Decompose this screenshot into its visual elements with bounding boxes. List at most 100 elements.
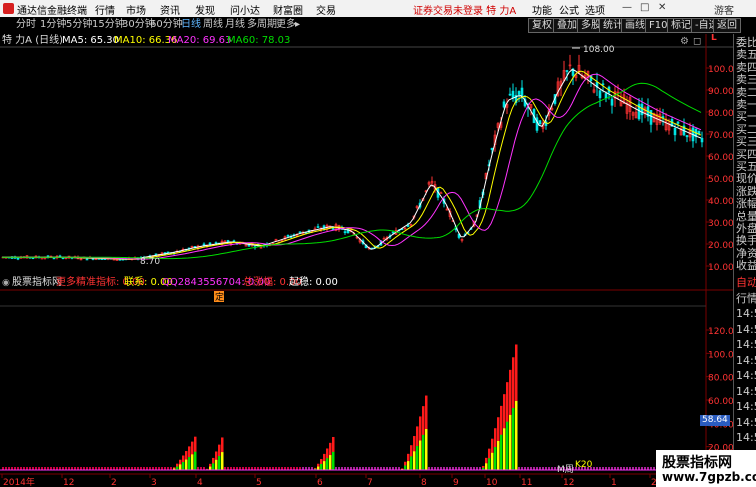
indicator-bar: [509, 414, 512, 470]
login-notice[interactable]: 证券交易未登录 特 力A: [413, 2, 516, 17]
menu-trade[interactable]: 交易: [316, 2, 336, 17]
candle-body: [697, 131, 701, 135]
side-panel-tick: 14:5: [736, 384, 756, 398]
date-axis-label: 8: [421, 478, 427, 487]
indicator-bar: [497, 440, 500, 470]
menu-news[interactable]: 资讯: [160, 2, 180, 17]
candle-body: [391, 231, 395, 234]
candle-body: [286, 235, 290, 237]
period-toolbar: 分时 1分钟 5分钟 15分钟 30分钟 60分钟 日线 周线 月线 多周期 更…: [0, 17, 756, 35]
side-panel-tick: 自动: [736, 276, 756, 289]
current-price-tag: 58.64: [700, 415, 730, 426]
indicator-bar: [419, 440, 422, 470]
candle-body: [601, 83, 605, 86]
indicator-bar: [407, 461, 410, 470]
indicator-bar: [218, 456, 221, 470]
indicator-bar: [332, 451, 335, 470]
period-weekly[interactable]: 周线: [201, 18, 225, 32]
indicator-bar: [320, 463, 323, 470]
indicator-bar: [410, 456, 413, 470]
date-axis-label: 10: [486, 478, 498, 487]
candle-body: [16, 257, 20, 260]
date-axis-label: 1: [611, 478, 617, 487]
indicator-bar: [191, 454, 194, 470]
indicator-bar: [488, 458, 491, 470]
menu-function[interactable]: 功能: [532, 2, 552, 17]
side-panel-field: 收益: [736, 259, 756, 273]
indicator-bar: [323, 461, 326, 470]
close-icon[interactable]: ✕: [658, 2, 666, 13]
menu-wealth-circle[interactable]: 财富圈: [273, 2, 303, 17]
candle-body: [208, 242, 212, 245]
indicator-bar: [494, 447, 497, 470]
menu-formula[interactable]: 公式: [559, 2, 579, 17]
side-panel-tick: 14:5: [736, 353, 756, 367]
indicator-bar: [179, 464, 182, 470]
indicator-bar: [329, 455, 332, 470]
tool-back[interactable]: 返回: [713, 18, 741, 33]
side-panel-tick: 14:5: [736, 400, 756, 413]
date-axis-label: 4: [197, 478, 203, 487]
date-axis-label: 12: [563, 478, 574, 487]
indicator-bar: [425, 429, 428, 470]
indicator-bar: [182, 462, 185, 470]
candle-body: [565, 70, 569, 72]
sub-axis-label: 100.0: [708, 350, 733, 360]
chart-close-icon[interactable]: ◻: [693, 36, 701, 47]
k20-marker: K20: [575, 460, 593, 470]
price-axis-label: 70.00: [708, 131, 733, 141]
candle-body: [673, 127, 677, 136]
watermark-title: 股票指标网: [662, 455, 732, 471]
menu-market[interactable]: 市场: [126, 2, 146, 17]
watermark-url: www.7gpzb.com: [662, 470, 756, 484]
m-week-marker: M周: [557, 464, 574, 475]
candle-body: [508, 93, 512, 96]
price-axis-label: 40.00: [708, 197, 733, 207]
side-panel-tick: 14:5: [736, 338, 756, 351]
price-axis-label: 30.00: [708, 219, 733, 229]
period-tick[interactable]: 分时: [14, 18, 38, 32]
tool-restore-rights[interactable]: 复权: [528, 18, 556, 33]
sub-axis-label: 120.0: [708, 327, 733, 337]
price-axis-label: 60.00: [708, 153, 733, 163]
watermark: 股票指标网 www.7gpzb.com: [656, 450, 756, 487]
indicator-bar: [317, 466, 320, 470]
period-more-arrow-icon[interactable]: ▸: [293, 18, 302, 32]
indicator-bar: [185, 459, 188, 470]
price-axis-label: 80.00: [708, 109, 733, 119]
indicator-bar: [491, 452, 494, 470]
period-monthly[interactable]: 月线: [223, 18, 247, 32]
guest-user[interactable]: 游客: [714, 2, 734, 17]
kline-chart[interactable]: 特 力A (日线) MA5: 65.30 MA10: 66.36 MA20: 6…: [0, 34, 733, 487]
minimize-icon[interactable]: —: [622, 2, 632, 13]
date-axis-label: 2014年: [3, 476, 35, 487]
menu-quotes[interactable]: 行情: [95, 2, 115, 17]
price-axis-label: 90.00: [708, 87, 733, 97]
date-axis-label: 3: [151, 478, 157, 487]
side-panel-tick: 14:5: [736, 369, 756, 382]
price-axis-label: 50.00: [708, 175, 733, 185]
candle-body: [343, 231, 347, 233]
menu-wenxiaoda[interactable]: 问小达: [230, 2, 260, 17]
candle-body: [202, 243, 206, 246]
indicator-item-5: 起稳: 0.00: [289, 275, 338, 288]
maximize-icon[interactable]: □: [640, 2, 649, 13]
menu-discover[interactable]: 发现: [195, 2, 215, 17]
period-daily[interactable]: 日线: [179, 18, 203, 32]
chart-settings-icon[interactable]: ⚙: [680, 36, 689, 47]
candle-body: [676, 121, 680, 124]
indicator-bar: [209, 466, 212, 470]
indicator-bar: [413, 451, 416, 470]
candle-body: [610, 98, 614, 106]
quote-side-panel: 委比 卖五 卖四 卖三 卖二 卖一 买一 买二 买三 买四 买五 现价 涨跌 涨幅 总量 外盘 换手 净资 收益 自…: [733, 34, 756, 487]
menu-options[interactable]: 选项: [585, 2, 605, 17]
app-title: 通达信金融终端: [17, 6, 87, 17]
stock-title: 特 力A (日线): [2, 34, 63, 46]
candle-body: [85, 258, 89, 261]
sub-axis-label: 60.00: [708, 397, 733, 407]
candle-body: [538, 120, 542, 125]
date-axis-label: 7: [367, 478, 373, 487]
price-axis-label: 10.00: [708, 263, 733, 273]
candle-body: [502, 101, 506, 108]
date-axis-label: 11: [521, 478, 532, 487]
